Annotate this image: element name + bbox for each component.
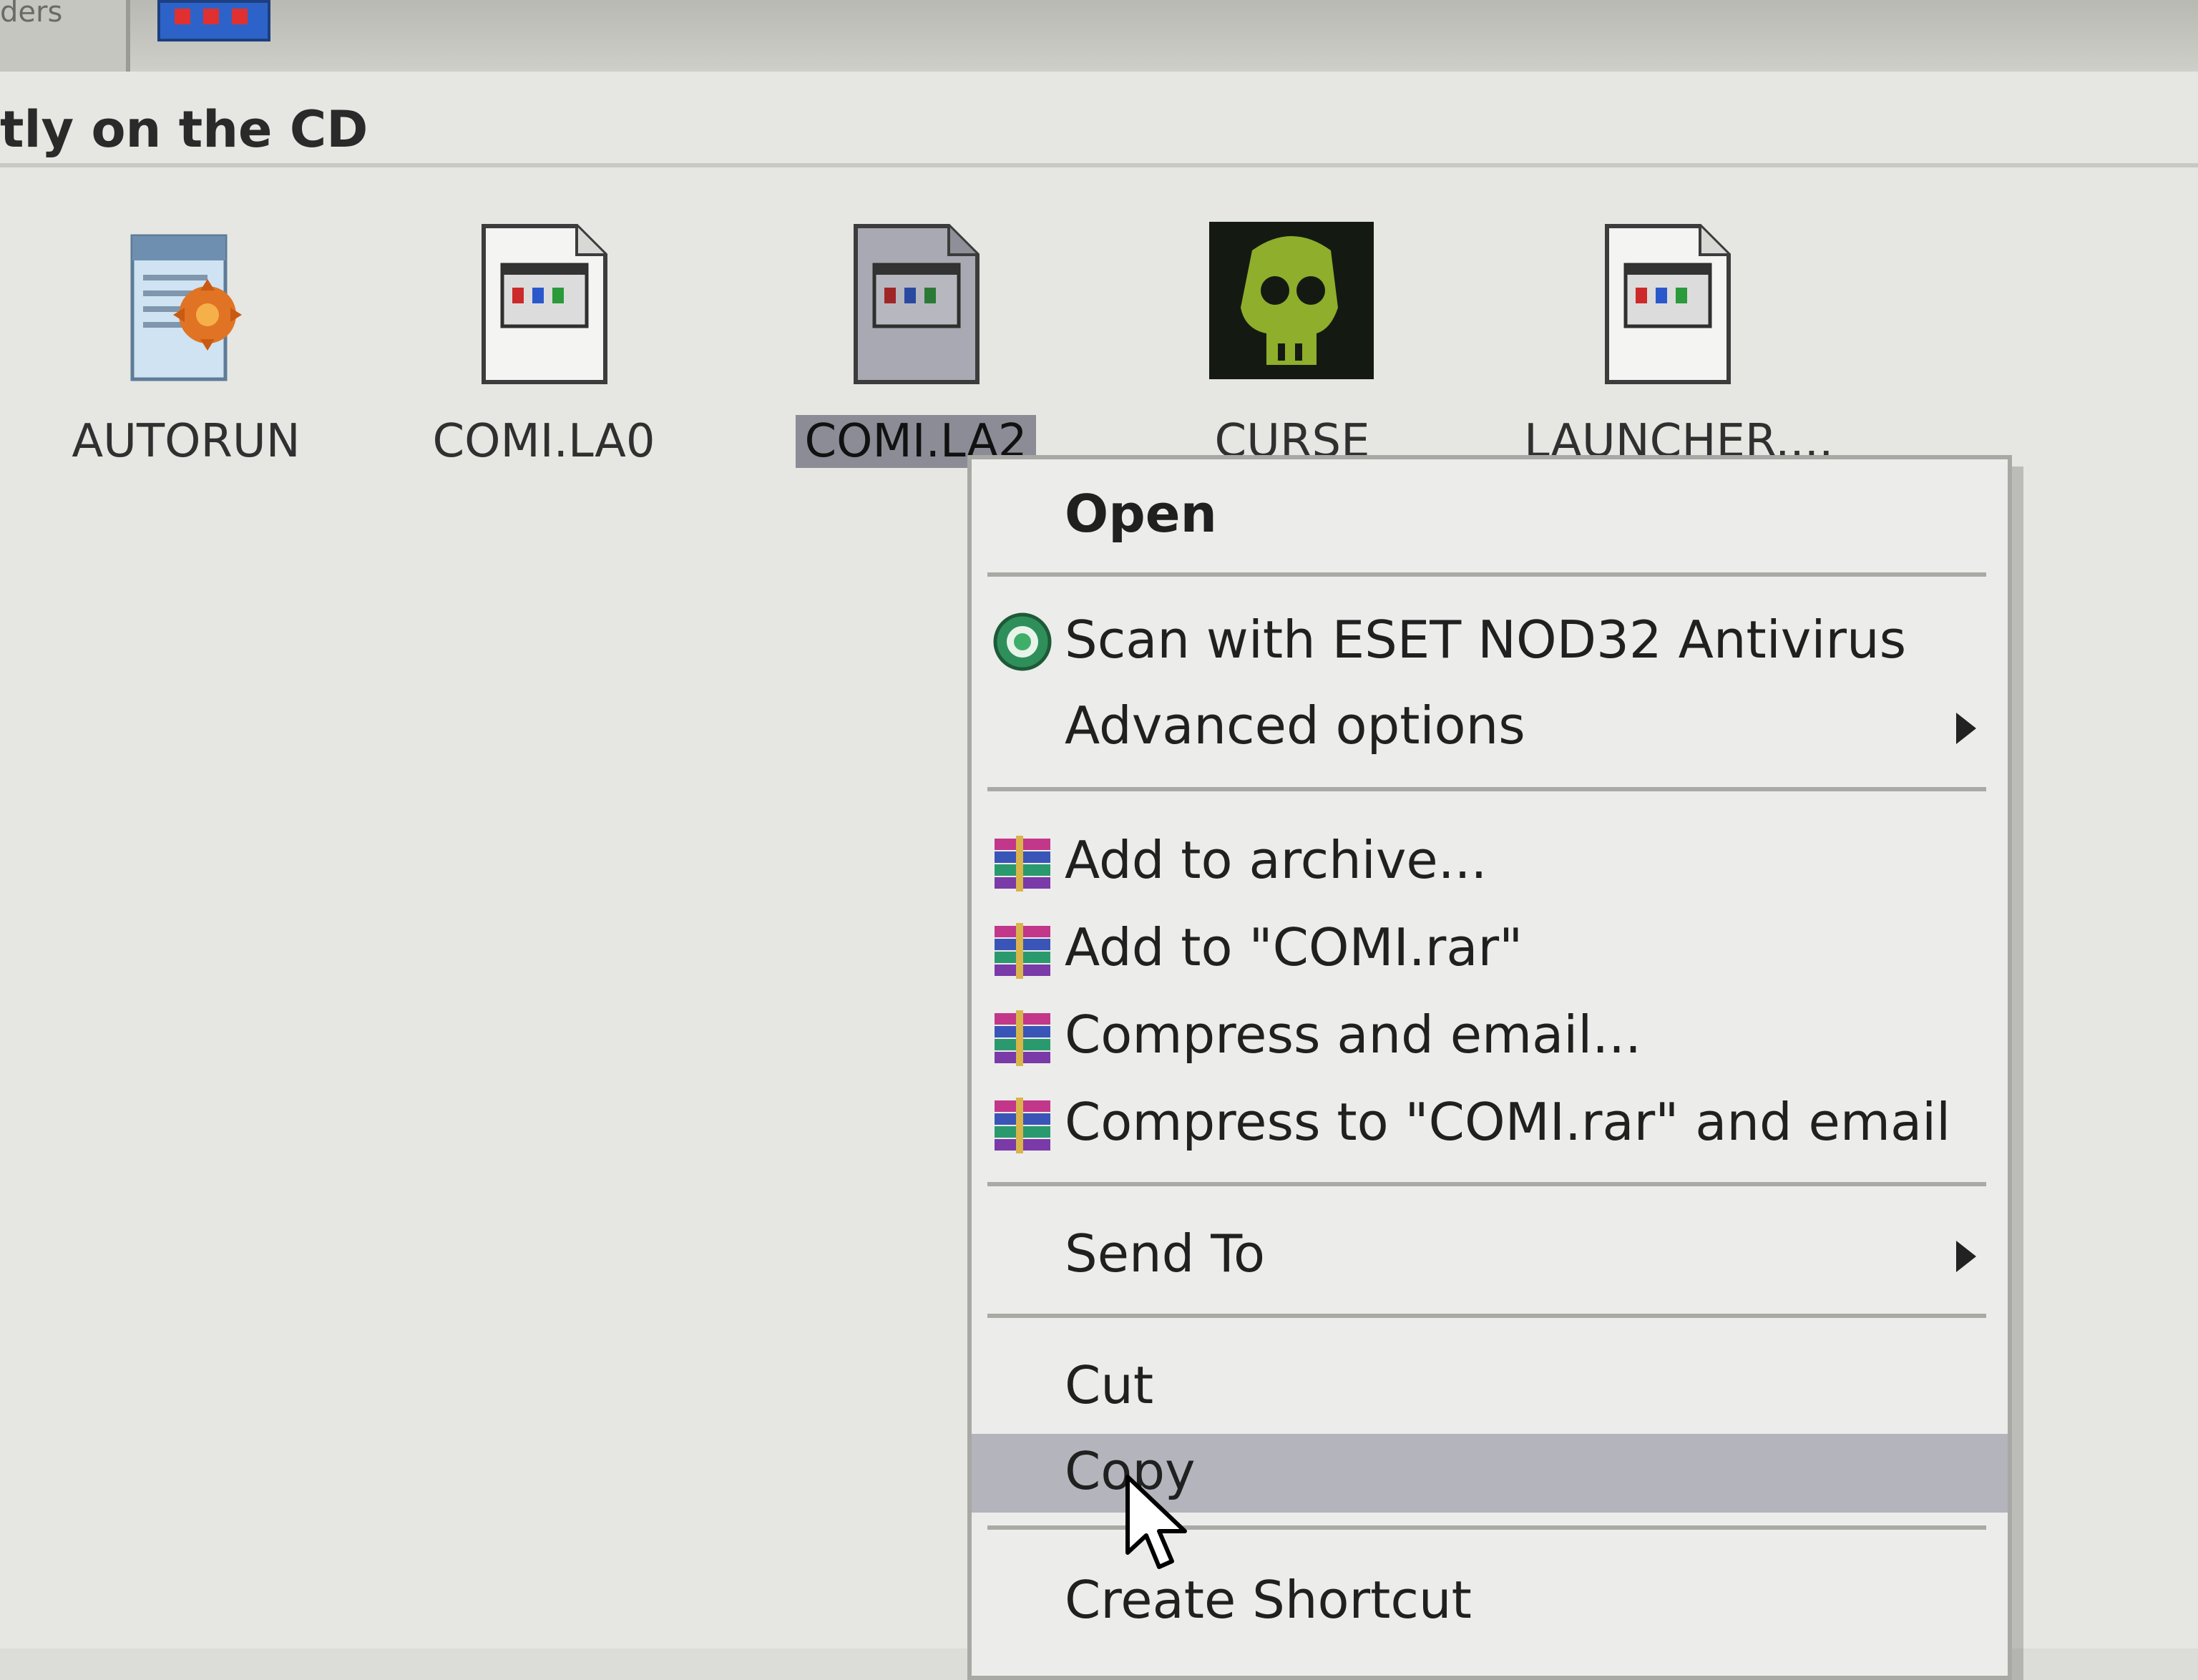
winrar-books-icon	[995, 923, 1050, 979]
submenu-arrow-icon	[1956, 1241, 1976, 1272]
menu-item-cut[interactable]: Cut	[972, 1348, 2008, 1427]
menu-item-label: Compress to "COMI.rar" and email	[1065, 1092, 1951, 1152]
menu-item-label: Advanced options	[1065, 695, 1525, 756]
menu-item-label: Add to "COMI.rar"	[1065, 917, 1523, 977]
menu-item-label: Send To	[1065, 1224, 1266, 1284]
menu-separator	[987, 787, 1986, 791]
group-heading: tly on the CD	[0, 100, 368, 159]
application-file-icon	[482, 224, 607, 384]
menu-item-label: Add to archive...	[1065, 830, 1488, 890]
autorun-setup-icon	[130, 234, 242, 381]
menu-separator	[987, 572, 1986, 577]
menu-item-compress-rar-email[interactable]: Compress to "COMI.rar" and email	[972, 1085, 2008, 1163]
application-file-icon	[1605, 224, 1731, 384]
menu-item-label: Create Shortcut	[1065, 1570, 1472, 1630]
folders-pane-tab[interactable]: ders	[0, 0, 130, 72]
menu-item-open[interactable]: Open	[972, 477, 2008, 555]
menu-item-send-to[interactable]: Send To	[972, 1216, 2008, 1295]
context-menu: Open Scan with ESET NOD32 Antivirus Adva…	[967, 455, 2012, 1680]
file-autorun[interactable]: AUTORUN	[43, 222, 329, 522]
window-top-bar: ders	[0, 0, 2198, 72]
folders-label: ders	[0, 0, 63, 29]
menu-item-add-to-archive[interactable]: Add to archive...	[972, 823, 2008, 902]
winrar-books-icon	[995, 1098, 1050, 1153]
group-heading-rule	[0, 163, 2198, 167]
menu-item-add-to-rar[interactable]: Add to "COMI.rar"	[972, 910, 2008, 989]
application-file-icon	[854, 224, 980, 384]
winrar-books-icon	[995, 1010, 1050, 1066]
views-toolbar-icon[interactable]	[157, 0, 270, 41]
menu-item-advanced-options[interactable]: Advanced options	[972, 688, 2008, 767]
menu-separator	[987, 1182, 1986, 1186]
menu-item-scan-eset[interactable]: Scan with ESET NOD32 Antivirus	[972, 602, 2008, 681]
file-label: AUTORUN	[72, 415, 301, 468]
menu-item-compress-email[interactable]: Compress and email...	[972, 997, 2008, 1076]
file-label: COMI.LA0	[432, 415, 655, 468]
menu-item-create-shortcut[interactable]: Create Shortcut	[972, 1563, 2008, 1641]
curse-skull-icon	[1209, 222, 1374, 379]
mouse-pointer-icon	[1125, 1475, 1187, 1569]
submenu-arrow-icon	[1956, 713, 1976, 744]
winrar-books-icon	[995, 836, 1050, 892]
file-comi-la0[interactable]: COMI.LA0	[401, 222, 687, 522]
eset-antivirus-icon	[993, 612, 1052, 671]
menu-item-label: Compress and email...	[1065, 1005, 1641, 1065]
menu-item-label: Scan with ESET NOD32 Antivirus	[1065, 610, 1907, 670]
menu-item-label: Cut	[1065, 1355, 1154, 1415]
menu-item-label: Open	[1065, 484, 1217, 544]
menu-separator	[987, 1314, 1986, 1318]
